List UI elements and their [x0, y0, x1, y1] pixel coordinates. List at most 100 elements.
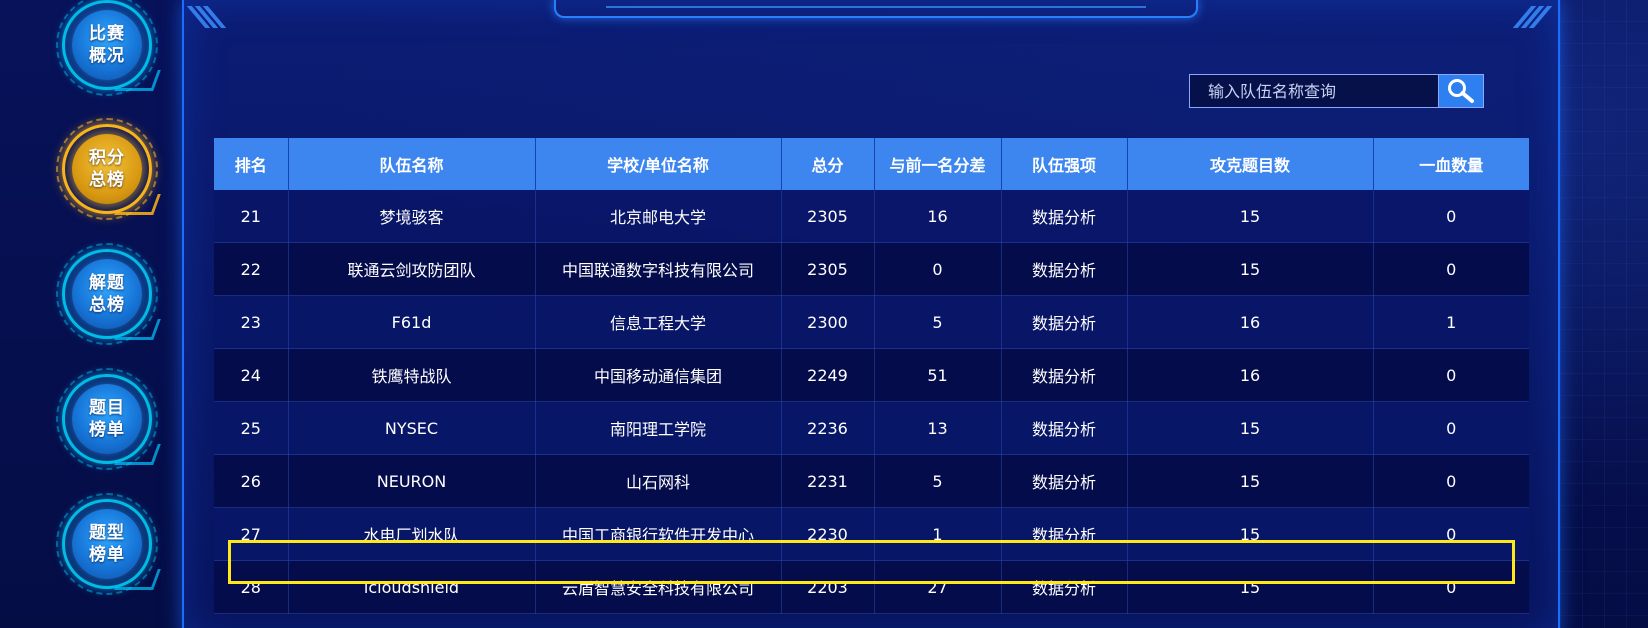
column-header-rank[interactable]: 排名	[214, 138, 289, 190]
nav-disc: 比赛概况	[72, 10, 142, 80]
corner-decoration-left	[186, 6, 227, 28]
cell-score-gap: 5	[874, 295, 1002, 349]
cell-rank: 22	[214, 242, 289, 296]
cell-team-strength: 数据分析	[1001, 242, 1128, 296]
sidebar-item-label: 题目榜单	[89, 398, 125, 440]
cell-rank: 27	[214, 507, 289, 561]
column-header-first-blood-count[interactable]: 一血数量	[1373, 138, 1529, 190]
column-header-solved-count[interactable]: 攻克题目数	[1127, 138, 1374, 190]
nav-disc: 解题总榜	[72, 259, 142, 329]
cell-rank: 21	[214, 190, 289, 243]
leaderboard-table-container: 排名 队伍名称 学校/单位名称 总分 与前一名分差 队伍强项 攻克题目数 一血数…	[214, 138, 1529, 614]
cell-rank: 26	[214, 454, 289, 508]
sidebar-item-solves-leaderboard[interactable]: 解题总榜	[56, 243, 168, 355]
sidebar-item-overview[interactable]: 比赛概况	[56, 0, 168, 106]
sidebar: 比赛概况 积分总榜 解题总榜 题目榜单 题型榜单	[56, 0, 168, 628]
cell-first-blood-count: 0	[1373, 401, 1529, 455]
cell-first-blood-count: 0	[1373, 242, 1529, 296]
table-row[interactable]: 22 联通云剑攻防团队 中国联通数字科技有限公司 2305 0 数据分析 15 …	[214, 242, 1529, 296]
cell-organization: 中国联通数字科技有限公司	[535, 242, 782, 296]
cell-organization: 信息工程大学	[535, 295, 782, 349]
cell-team-name: 铁鹰特战队	[288, 348, 536, 402]
nav-disc: 题目榜单	[72, 384, 142, 454]
table-row[interactable]: 28 icloudshield 云盾智慧安全科技有限公司 2203 27 数据分…	[214, 560, 1529, 614]
cell-score-gap: 16	[874, 190, 1002, 243]
cell-first-blood-count: 0	[1373, 348, 1529, 402]
table-header-row: 排名 队伍名称 学校/单位名称 总分 与前一名分差 队伍强项 攻克题目数 一血数…	[214, 138, 1529, 190]
column-header-team-name[interactable]: 队伍名称	[288, 138, 536, 190]
sidebar-item-label: 题型榜单	[89, 523, 125, 565]
panel-top-frame	[554, 0, 1198, 18]
sidebar-item-category-board[interactable]: 题型榜单	[56, 493, 168, 605]
cell-first-blood-count: 0	[1373, 507, 1529, 561]
table-row[interactable]: 27 水电厂划水队 中国工商银行软件开发中心 2230 1 数据分析 15 0	[214, 507, 1529, 561]
sidebar-item-label: 解题总榜	[89, 273, 125, 315]
cell-organization: 南阳理工学院	[535, 401, 782, 455]
cell-team-strength: 数据分析	[1001, 401, 1128, 455]
cell-solved-count: 16	[1127, 348, 1374, 402]
table-row-highlighted[interactable]: 25 NYSEC 南阳理工学院 2236 13 数据分析 15 0	[214, 401, 1529, 455]
cell-solved-count: 15	[1127, 401, 1374, 455]
search-icon	[1448, 79, 1475, 103]
cell-score-gap: 13	[874, 401, 1002, 455]
cell-solved-count: 15	[1127, 560, 1374, 614]
cell-total-score: 2203	[781, 560, 875, 614]
cell-organization: 北京邮电大学	[535, 190, 782, 243]
cell-team-strength: 数据分析	[1001, 454, 1128, 508]
cell-rank: 25	[214, 401, 289, 455]
nav-disc: 题型榜单	[72, 509, 142, 579]
corner-decoration-right	[1512, 6, 1553, 28]
column-header-score-gap[interactable]: 与前一名分差	[874, 138, 1002, 190]
search-input[interactable]	[1189, 74, 1440, 108]
cell-team-strength: 数据分析	[1001, 348, 1128, 402]
cell-team-name: icloudshield	[288, 560, 536, 614]
table-row[interactable]: 23 F61d 信息工程大学 2300 5 数据分析 16 1	[214, 295, 1529, 349]
sidebar-item-label: 积分总榜	[89, 148, 125, 190]
cell-solved-count: 16	[1127, 295, 1374, 349]
cell-first-blood-count: 0	[1373, 454, 1529, 508]
cell-score-gap: 0	[874, 242, 1002, 296]
cell-organization: 中国移动通信集团	[535, 348, 782, 402]
cell-rank: 24	[214, 348, 289, 402]
cell-solved-count: 15	[1127, 190, 1374, 243]
cell-total-score: 2236	[781, 401, 875, 455]
cell-rank: 28	[214, 560, 289, 614]
cell-organization: 山石网科	[535, 454, 782, 508]
cell-team-name: 水电厂划水队	[288, 507, 536, 561]
cell-score-gap: 1	[874, 507, 1002, 561]
cell-team-strength: 数据分析	[1001, 295, 1128, 349]
sidebar-item-label: 比赛概况	[89, 24, 125, 66]
cell-solved-count: 15	[1127, 507, 1374, 561]
cell-first-blood-count: 0	[1373, 560, 1529, 614]
cell-organization: 云盾智慧安全科技有限公司	[535, 560, 782, 614]
cell-first-blood-count: 0	[1373, 190, 1529, 243]
cell-total-score: 2230	[781, 507, 875, 561]
cell-solved-count: 15	[1127, 454, 1374, 508]
table-row[interactable]: 24 铁鹰特战队 中国移动通信集团 2249 51 数据分析 16 0	[214, 348, 1529, 402]
cell-team-name: 联通云剑攻防团队	[288, 242, 536, 296]
sidebar-item-points-leaderboard[interactable]: 积分总榜	[56, 118, 168, 230]
leaderboard-table: 排名 队伍名称 学校/单位名称 总分 与前一名分差 队伍强项 攻克题目数 一血数…	[214, 138, 1529, 614]
cell-total-score: 2300	[781, 295, 875, 349]
table-row[interactable]: 26 NEURON 山石网科 2231 5 数据分析 15 0	[214, 454, 1529, 508]
cell-score-gap: 27	[874, 560, 1002, 614]
search-box	[1189, 74, 1484, 108]
cell-rank: 23	[214, 295, 289, 349]
leaderboard-screen: 比赛概况 积分总榜 解题总榜 题目榜单 题型榜单 输入队伍名称查询 排名 队伍名…	[0, 0, 1648, 628]
search-button[interactable]	[1439, 74, 1484, 108]
background-decoration	[1560, 0, 1648, 628]
cell-total-score: 2305	[781, 242, 875, 296]
cell-organization: 中国工商银行软件开发中心	[535, 507, 782, 561]
table-row[interactable]: 21 梦境骇客 北京邮电大学 2305 16 数据分析 15 0	[214, 190, 1529, 243]
column-header-organization[interactable]: 学校/单位名称	[535, 138, 782, 190]
nav-disc: 积分总榜	[72, 134, 142, 204]
cell-team-name: F61d	[288, 295, 536, 349]
cell-team-strength: 数据分析	[1001, 560, 1128, 614]
cell-solved-count: 15	[1127, 242, 1374, 296]
cell-total-score: 2305	[781, 190, 875, 243]
cell-score-gap: 51	[874, 348, 1002, 402]
column-header-total-score[interactable]: 总分	[781, 138, 875, 190]
sidebar-item-challenge-board[interactable]: 题目榜单	[56, 368, 168, 480]
cell-score-gap: 5	[874, 454, 1002, 508]
column-header-team-strength[interactable]: 队伍强项	[1001, 138, 1128, 190]
